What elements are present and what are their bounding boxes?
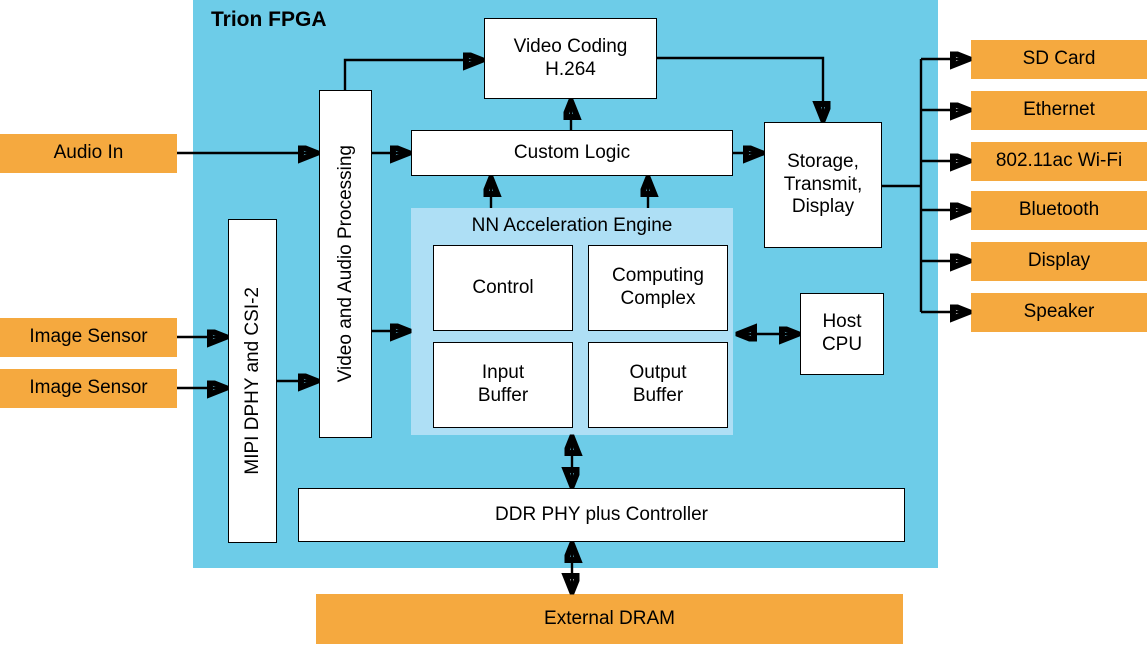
peripheral-sd-card[interactable]: SD Card	[971, 40, 1147, 79]
image-sensor-1-block[interactable]: Image Sensor	[0, 318, 177, 357]
external-dram-block[interactable]: External DRAM	[316, 594, 903, 644]
ddr-phy-controller-block[interactable]: DDR PHY plus Controller	[298, 488, 905, 542]
nn-cell-computing-complex-line-2: Complex	[620, 288, 696, 309]
nn-cell-control-label: Control	[472, 276, 534, 298]
peripheral-ethernet-label: Ethernet	[1023, 99, 1095, 121]
nn-acceleration-engine-group: NN Acceleration Engine Control Computing…	[411, 208, 733, 435]
storage-transmit-display-block[interactable]: Storage, Transmit, Display	[764, 122, 882, 248]
image-sensor-2-label: Image Sensor	[29, 377, 148, 399]
page-title: Trion FPGA	[211, 8, 327, 31]
diagram-canvas: Trion FPGA Audio In Image Sensor Image S…	[0, 0, 1147, 646]
peripheral-bluetooth[interactable]: Bluetooth	[971, 191, 1147, 230]
video-audio-processing-block[interactable]: Video and Audio Processing	[319, 90, 372, 438]
peripheral-ethernet[interactable]: Ethernet	[971, 91, 1147, 130]
peripheral-bluetooth-label: Bluetooth	[1018, 199, 1100, 221]
ddr-phy-controller-label: DDR PHY plus Controller	[495, 503, 708, 525]
nn-acceleration-engine-title: NN Acceleration Engine	[471, 215, 673, 236]
video-coding-block[interactable]: Video Coding H.264	[484, 18, 657, 99]
host-cpu-block[interactable]: Host CPU	[800, 293, 884, 375]
nn-cell-output-buffer-line-2: Buffer	[632, 385, 684, 406]
nn-cell-computing-complex-line-1: Computing	[612, 265, 704, 287]
nn-cell-input-buffer-line-1: Input	[481, 362, 525, 384]
mipi-dphy-csi2-block[interactable]: MIPI DPHY and CSI-2	[228, 219, 277, 543]
peripheral-display-label: Display	[1027, 250, 1091, 272]
peripheral-wifi-label: 802.11ac Wi-Fi	[995, 150, 1123, 172]
host-cpu-line-2: CPU	[821, 334, 863, 355]
nn-cell-input-buffer[interactable]: Input Buffer	[433, 342, 573, 428]
video-audio-processing-label: Video and Audio Processing	[334, 145, 356, 383]
video-coding-line-1: Video Coding	[513, 35, 628, 57]
mipi-dphy-csi2-label: MIPI DPHY and CSI-2	[241, 287, 263, 475]
peripheral-display[interactable]: Display	[971, 242, 1147, 281]
nn-cell-input-buffer-line-2: Buffer	[477, 385, 529, 406]
video-coding-line-2: H.264	[545, 58, 596, 80]
nn-cell-control[interactable]: Control	[433, 245, 573, 331]
storage-line-1: Storage,	[787, 150, 859, 172]
storage-line-3: Display	[791, 196, 855, 218]
peripheral-speaker[interactable]: Speaker	[971, 293, 1147, 332]
nn-cell-computing-complex[interactable]: Computing Complex	[588, 245, 728, 331]
peripheral-sd-card-label: SD Card	[1022, 48, 1096, 70]
audio-in-block[interactable]: Audio In	[0, 134, 177, 173]
peripheral-wifi[interactable]: 802.11ac Wi-Fi	[971, 142, 1147, 181]
custom-logic-block[interactable]: Custom Logic	[411, 130, 733, 176]
host-cpu-line-1: Host	[822, 311, 862, 333]
nn-cell-output-buffer[interactable]: Output Buffer	[588, 342, 728, 428]
peripheral-speaker-label: Speaker	[1023, 301, 1095, 323]
custom-logic-label: Custom Logic	[513, 141, 631, 163]
image-sensor-1-label: Image Sensor	[29, 326, 148, 348]
storage-line-2: Transmit,	[783, 173, 863, 195]
external-dram-label: External DRAM	[544, 607, 675, 629]
image-sensor-2-block[interactable]: Image Sensor	[0, 369, 177, 408]
nn-cell-output-buffer-line-1: Output	[629, 362, 687, 384]
audio-in-label: Audio In	[53, 142, 124, 164]
